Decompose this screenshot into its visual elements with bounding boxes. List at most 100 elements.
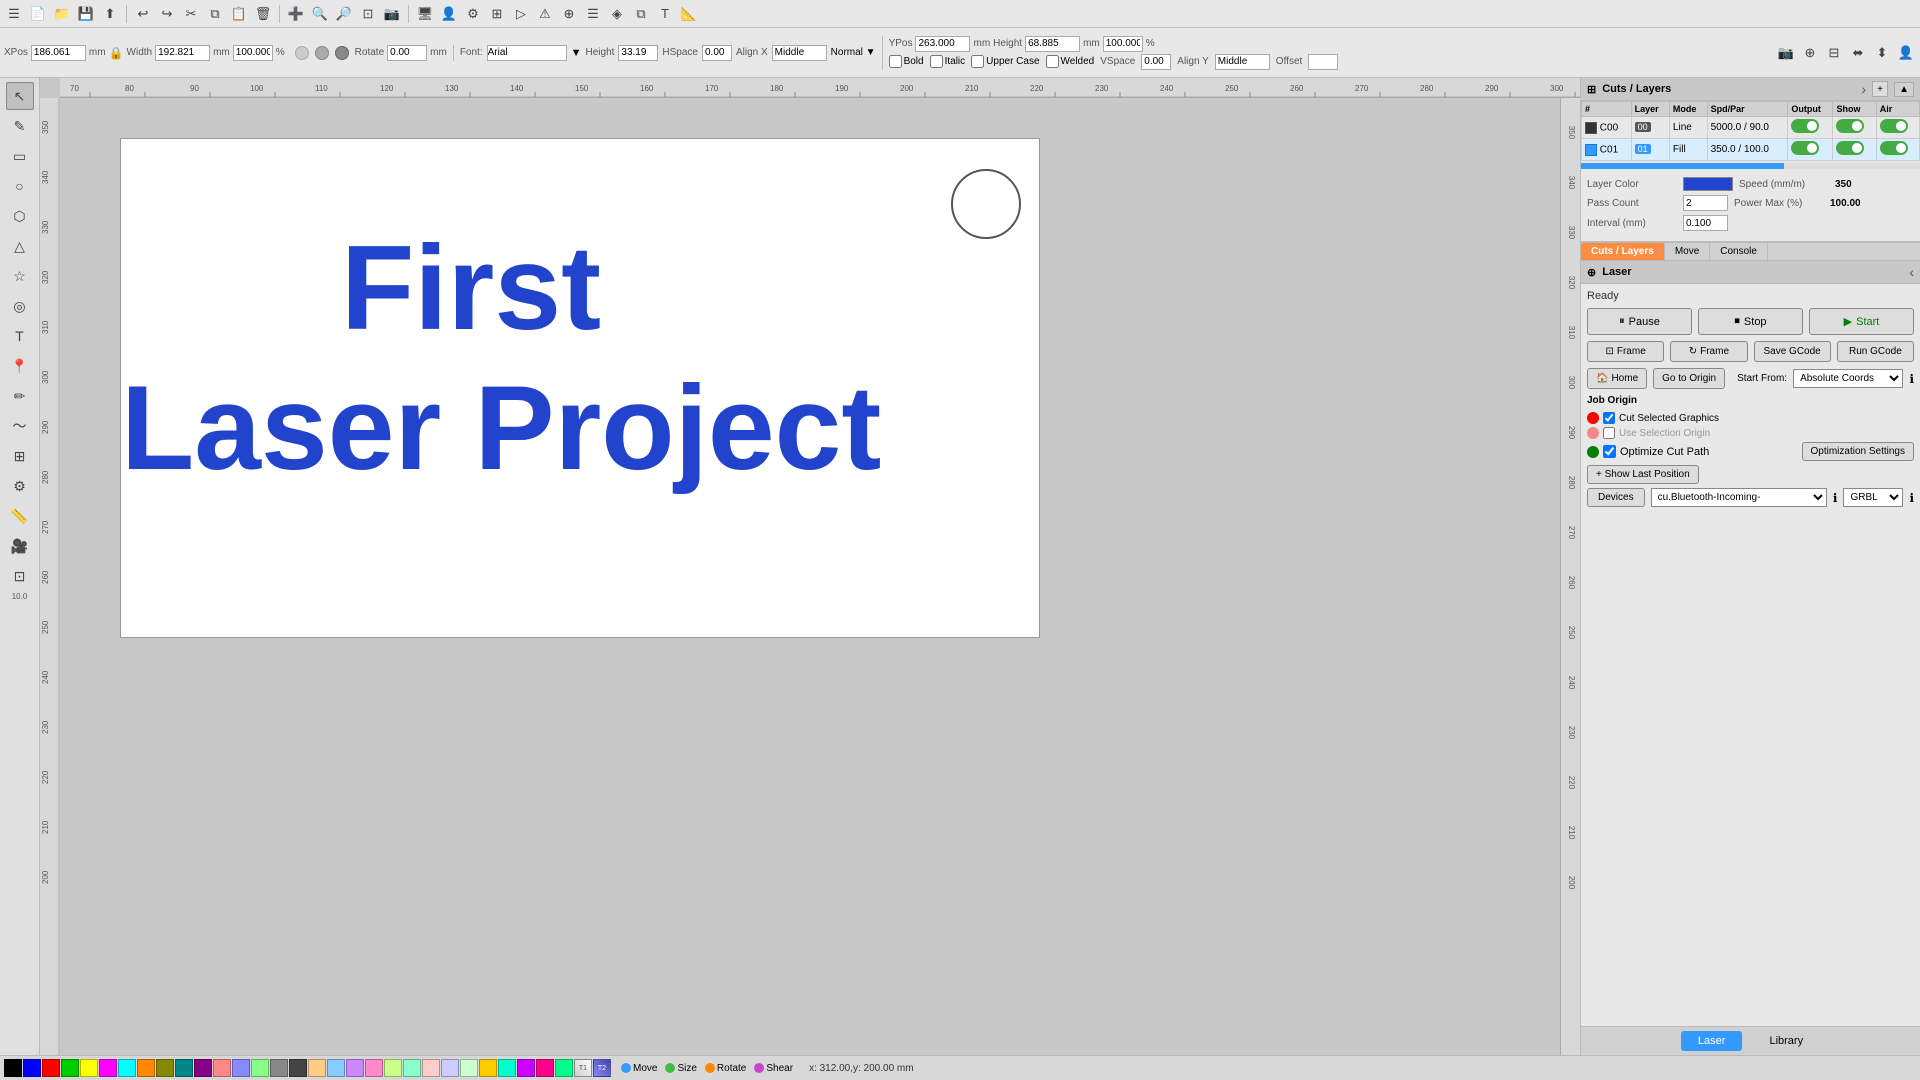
expand-btn[interactable]: + [1872, 81, 1888, 97]
layer-0-output-toggle[interactable] [1791, 119, 1819, 133]
swatch-5[interactable] [99, 1059, 117, 1077]
home-button[interactable]: 🏠 Home [1587, 368, 1647, 389]
swatch-27[interactable] [517, 1059, 535, 1077]
layer-0-air[interactable] [1876, 117, 1919, 139]
open-file-icon[interactable]: 📁 [52, 4, 72, 24]
normal-dropdown[interactable]: Normal ▼ [831, 47, 876, 58]
triangle-tool[interactable]: △ [6, 232, 34, 260]
start-from-select[interactable]: Absolute Coords [1793, 369, 1903, 388]
swatch-22[interactable] [422, 1059, 440, 1077]
camera3-tool[interactable]: 🎥 [6, 532, 34, 560]
copy-icon[interactable]: ⧉ [205, 4, 225, 24]
scroll-up[interactable]: ▲ [1894, 82, 1914, 97]
grid-tool[interactable]: ⊞ [6, 442, 34, 470]
arrange-icon[interactable]: ⧉ [631, 4, 651, 24]
save-gcode-button[interactable]: Save GCode [1754, 341, 1831, 362]
devices-button[interactable]: Devices [1587, 488, 1645, 507]
laser-collapse[interactable]: ‹ [1909, 264, 1914, 280]
layer-1-output[interactable] [1788, 139, 1833, 161]
layer-color-swatch[interactable] [1683, 177, 1733, 191]
height2-input[interactable] [618, 45, 658, 61]
measure-tool[interactable]: 📏 [6, 502, 34, 530]
warning-icon[interactable]: ⚠ [535, 4, 555, 24]
curve-tool[interactable]: 〜 [6, 412, 34, 440]
polygon-tool[interactable]: ⬡ [6, 202, 34, 230]
start-button[interactable]: ▶ Start [1809, 308, 1914, 335]
swatch-8[interactable] [156, 1059, 174, 1077]
layer-1-show-toggle[interactable] [1836, 141, 1864, 155]
align-icon[interactable]: ☰ [583, 4, 603, 24]
spiral-tool[interactable]: ◎ [6, 292, 34, 320]
rotate-input[interactable] [387, 45, 427, 61]
swatch-19[interactable] [365, 1059, 383, 1077]
save-file-icon[interactable]: 💾 [76, 4, 96, 24]
lock-icon[interactable]: 🔒 [109, 46, 124, 60]
vspace-input[interactable] [1141, 54, 1171, 70]
swatch-1[interactable] [23, 1059, 41, 1077]
swatch-24[interactable] [460, 1059, 478, 1077]
flip-icon[interactable]: ⬌ [1848, 43, 1868, 63]
swatch-14[interactable] [270, 1059, 288, 1077]
pin-tool[interactable]: 📍 [6, 352, 34, 380]
width-pct-input[interactable] [233, 45, 273, 61]
flow-icon[interactable]: ▷ [511, 4, 531, 24]
swatch-t1[interactable]: T1 [574, 1059, 592, 1077]
rect-tool[interactable]: ▭ [6, 142, 34, 170]
swatch-3[interactable] [61, 1059, 79, 1077]
swatch-0[interactable] [4, 1059, 22, 1077]
text-icon[interactable]: T [655, 4, 675, 24]
canvas-content[interactable]: First Laser Project 350 340 330 320 310 … [60, 98, 1580, 1055]
layer-row-1[interactable]: C01 01 Fill 350.0 / 100.0 [1582, 139, 1920, 161]
swatch-13[interactable] [251, 1059, 269, 1077]
align-x-input[interactable] [772, 45, 827, 61]
cut-selected-checkbox[interactable] [1603, 412, 1615, 424]
bold-check[interactable]: Bold [889, 55, 924, 68]
device-select[interactable]: cu.Bluetooth-Incoming- [1651, 488, 1827, 507]
go-to-origin-button[interactable]: Go to Origin [1653, 368, 1725, 389]
font-dropdown-icon[interactable]: ▼ [571, 47, 582, 59]
swatch-28[interactable] [536, 1059, 554, 1077]
settings2-tool[interactable]: ⚙ [6, 472, 34, 500]
align2-icon[interactable]: ⊟ [1824, 43, 1844, 63]
height-input[interactable] [1025, 36, 1080, 52]
text-tool[interactable]: T [6, 322, 34, 350]
circle-tool[interactable]: ○ [6, 172, 34, 200]
font-input[interactable] [487, 45, 567, 61]
color-circle-1[interactable] [295, 46, 309, 60]
tab-console[interactable]: Console [1710, 243, 1768, 260]
upper-case-check[interactable]: Upper Case [971, 55, 1039, 68]
use-selection-checkbox[interactable] [1603, 427, 1615, 439]
layer-0-show[interactable] [1833, 117, 1876, 139]
xpos-input[interactable] [31, 45, 86, 61]
settings-icon[interactable]: ⚙ [463, 4, 483, 24]
swatch-21[interactable] [403, 1059, 421, 1077]
select-tool[interactable]: ↖ [6, 82, 34, 110]
swatch-11[interactable] [213, 1059, 231, 1077]
draw-tool[interactable]: ✎ [6, 112, 34, 140]
user2-icon[interactable]: 👤 [1896, 43, 1916, 63]
swatch-10[interactable] [194, 1059, 212, 1077]
paste-icon[interactable]: 📋 [229, 4, 249, 24]
swatch-23[interactable] [441, 1059, 459, 1077]
swatch-26[interactable] [498, 1059, 516, 1077]
swatch-25[interactable] [479, 1059, 497, 1077]
undo-icon[interactable]: ↩ [133, 4, 153, 24]
camera2-icon[interactable]: 📷 [1776, 43, 1796, 63]
flip2-icon[interactable]: ⬍ [1872, 43, 1892, 63]
fit-icon[interactable]: ⊡ [358, 4, 378, 24]
swatch-12[interactable] [232, 1059, 250, 1077]
swatch-20[interactable] [384, 1059, 402, 1077]
square2-tool[interactable]: ⊡ [6, 562, 34, 590]
camera-icon[interactable]: 📷 [382, 4, 402, 24]
person-icon[interactable]: 👤 [439, 4, 459, 24]
measure-icon[interactable]: 📐 [679, 4, 699, 24]
interval-input[interactable] [1683, 215, 1728, 231]
pencil-tool[interactable]: ✏ [6, 382, 34, 410]
new-file-icon[interactable]: 📄 [28, 4, 48, 24]
swatch-15[interactable] [289, 1059, 307, 1077]
welded-check[interactable]: Welded [1046, 55, 1095, 68]
layer-row-0[interactable]: C00 00 Line 5000.0 / 90.0 [1582, 117, 1920, 139]
color-circle-3[interactable] [335, 46, 349, 60]
offset-input[interactable] [1308, 54, 1338, 70]
optimize-checkbox[interactable] [1603, 445, 1616, 458]
